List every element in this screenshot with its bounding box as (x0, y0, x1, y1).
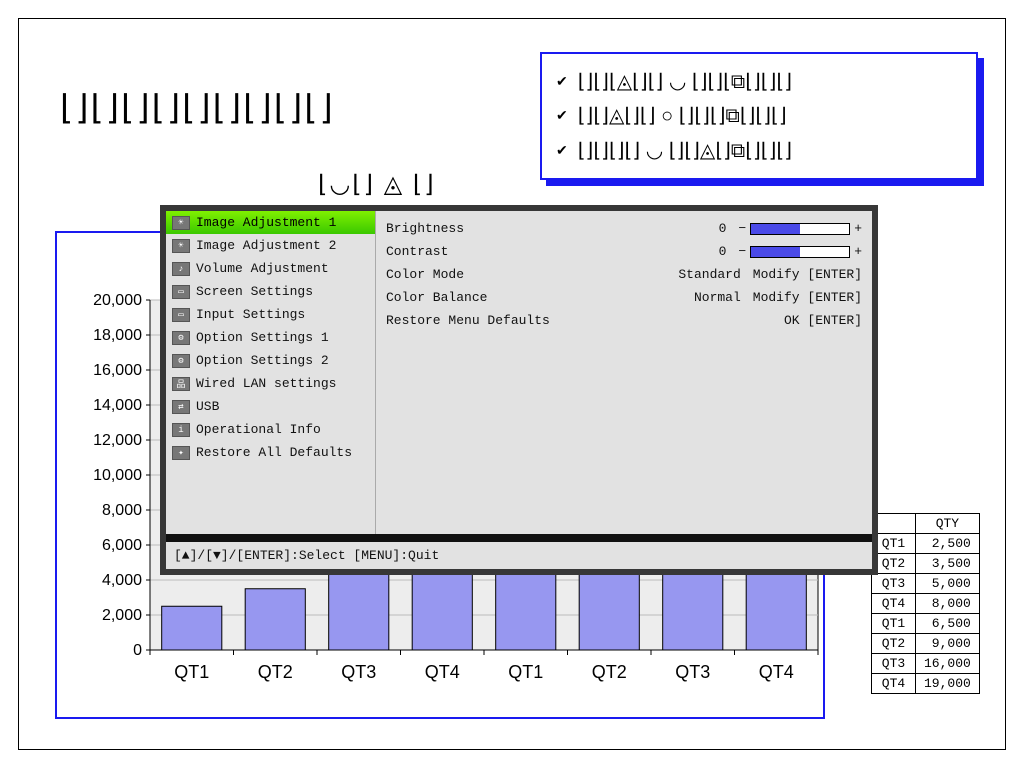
svg-text:0: 0 (133, 642, 142, 659)
svg-text:QT3: QT3 (675, 662, 710, 682)
osd-item-0[interactable]: ☀ Image Adjustment 1 (166, 211, 375, 234)
svg-text:QT4: QT4 (759, 662, 794, 682)
svg-text:4,000: 4,000 (102, 572, 142, 589)
svg-text:2,000: 2,000 (102, 607, 142, 624)
restore-row[interactable]: Restore Menu Defaults OK [ENTER] (386, 309, 862, 332)
svg-text:QT4: QT4 (425, 662, 460, 682)
ok-hint: OK [ENTER] (784, 313, 862, 328)
osd-item-label: Option Settings 2 (196, 353, 329, 368)
table-row: QT316,000 (872, 654, 980, 674)
osd-settings-panel: Brightness 0 − + Contrast 0 − + Color Mo… (376, 211, 872, 534)
osd-item-label: Restore All Defaults (196, 445, 352, 460)
osd-item-1[interactable]: ☀ Image Adjustment 2 (166, 234, 375, 257)
option-label: ⌊⌋⌊⌋⌊⌋⌊⌋ ◡ ⌊⌋⌊⌋◬⌊⌋⧉⌊⌋⌊⌋⌊⌋ (578, 138, 792, 163)
svg-text:20,000: 20,000 (93, 292, 142, 309)
osd-item-label: Operational Info (196, 422, 321, 437)
check-icon: ✔ (556, 142, 568, 159)
colormode-label: Color Mode (386, 267, 666, 282)
osd-item-icon: ☀ (172, 216, 190, 230)
restore-label: Restore Menu Defaults (386, 313, 760, 328)
modify-hint: Modify [ENTER] (753, 267, 862, 282)
osd-item-label: Screen Settings (196, 284, 313, 299)
osd-item-6[interactable]: ⚙ Option Settings 2 (166, 349, 375, 372)
osd-item-2[interactable]: ♪ Volume Adjustment (166, 257, 375, 280)
svg-text:QT2: QT2 (258, 662, 293, 682)
osd-item-icon: ⚙ (172, 331, 190, 345)
colorbalance-label: Color Balance (386, 290, 682, 305)
blank-header (872, 514, 916, 534)
svg-text:12,000: 12,000 (93, 432, 142, 449)
option-1[interactable]: ✔ ⌊⌋⌊⌋⌊◬⌊⌋⌊⌋ ◡ ⌊⌋⌊⌋⌊⧉⌊⌋⌊⌋⌊⌋ (556, 69, 962, 94)
modify-hint: Modify [ENTER] (753, 290, 862, 305)
osd-item-9[interactable]: i Operational Info (166, 418, 375, 441)
option-label: ⌊⌋⌊⌋◬⌊⌋⌊⌋ ○ ⌊⌋⌊⌋⌊⌋⧉⌊⌋⌊⌋⌊⌋ (578, 103, 787, 128)
osd-item-icon: ▭ (172, 308, 190, 322)
osd-item-4[interactable]: ▭ Input Settings (166, 303, 375, 326)
check-icon: ✔ (556, 73, 568, 90)
colorbalance-value: Normal (694, 290, 741, 305)
qty-header: QTY (916, 514, 980, 534)
osd-item-label: Input Settings (196, 307, 305, 322)
table-row: QT12,500 (872, 534, 980, 554)
osd-item-label: USB (196, 399, 219, 414)
osd-item-icon: ☀ (172, 239, 190, 253)
table-row: QT16,500 (872, 614, 980, 634)
brightness-value: 0 (719, 221, 727, 236)
osd-item-7[interactable]: 品 Wired LAN settings (166, 372, 375, 395)
decorative-glyphs-2: ⌊◡⌊⌋ ◬ ⌊⌋ (318, 170, 436, 199)
colorbalance-row[interactable]: Color Balance Normal Modify [ENTER] (386, 286, 862, 309)
svg-text:QT1: QT1 (508, 662, 543, 682)
table-row: QT419,000 (872, 674, 980, 694)
table-row: QT23,500 (872, 554, 980, 574)
svg-text:10,000: 10,000 (93, 467, 142, 484)
contrast-value: 0 (719, 244, 727, 259)
brightness-row[interactable]: Brightness 0 − + (386, 217, 862, 240)
qty-table: QTY QT12,500QT23,500QT35,000QT48,000QT16… (871, 513, 980, 694)
osd-item-icon: i (172, 423, 190, 437)
osd-item-icon: ⚙ (172, 354, 190, 368)
table-row: QT48,000 (872, 594, 980, 614)
osd-item-label: Volume Adjustment (196, 261, 329, 276)
svg-text:6,000: 6,000 (102, 537, 142, 554)
decorative-glyphs-1: ⌊⌋⌊⌋⌊⌋⌊⌋⌊⌋⌊⌋⌊⌋⌊⌋⌊⌋ (60, 88, 335, 128)
colormode-value: Standard (678, 267, 740, 282)
osd-item-label: Wired LAN settings (196, 376, 336, 391)
svg-text:18,000: 18,000 (93, 327, 142, 344)
option-label: ⌊⌋⌊⌋⌊◬⌊⌋⌊⌋ ◡ ⌊⌋⌊⌋⌊⧉⌊⌋⌊⌋⌊⌋ (578, 69, 792, 94)
osd-item-10[interactable]: ✦ Restore All Defaults (166, 441, 375, 464)
brightness-slider[interactable]: − + (738, 221, 862, 236)
osd-item-3[interactable]: ▭ Screen Settings (166, 280, 375, 303)
osd-footer-hint: [▲]/[▼]/[ENTER]:Select [MENU]:Quit (166, 542, 872, 569)
osd-item-label: Option Settings 1 (196, 330, 329, 345)
osd-item-icon: ✦ (172, 446, 190, 460)
check-icon: ✔ (556, 107, 568, 124)
svg-text:14,000: 14,000 (93, 397, 142, 414)
contrast-label: Contrast (386, 244, 707, 259)
option-3[interactable]: ✔ ⌊⌋⌊⌋⌊⌋⌊⌋ ◡ ⌊⌋⌊⌋◬⌊⌋⧉⌊⌋⌊⌋⌊⌋ (556, 138, 962, 163)
options-panel: ✔ ⌊⌋⌊⌋⌊◬⌊⌋⌊⌋ ◡ ⌊⌋⌊⌋⌊⧉⌊⌋⌊⌋⌊⌋ ✔ ⌊⌋⌊⌋◬⌊⌋⌊⌋ ○ … (540, 52, 978, 180)
osd-item-icon: 品 (172, 377, 190, 391)
osd-item-icon: ⇄ (172, 400, 190, 414)
colormode-row[interactable]: Color Mode Standard Modify [ENTER] (386, 263, 862, 286)
osd-item-5[interactable]: ⚙ Option Settings 1 (166, 326, 375, 349)
osd-item-label: Image Adjustment 1 (196, 215, 336, 230)
svg-text:8,000: 8,000 (102, 502, 142, 519)
svg-text:QT1: QT1 (174, 662, 209, 682)
osd-item-label: Image Adjustment 2 (196, 238, 336, 253)
svg-text:16,000: 16,000 (93, 362, 142, 379)
svg-text:QT2: QT2 (592, 662, 627, 682)
contrast-row[interactable]: Contrast 0 − + (386, 240, 862, 263)
osd-menu: ☀ Image Adjustment 1 ☀ Image Adjustment 2 ♪ V… (160, 205, 878, 575)
contrast-slider[interactable]: − + (738, 244, 862, 259)
osd-item-icon: ▭ (172, 285, 190, 299)
osd-item-icon: ♪ (172, 262, 190, 276)
table-row: QT35,000 (872, 574, 980, 594)
osd-item-8[interactable]: ⇄ USB (166, 395, 375, 418)
osd-category-list: ☀ Image Adjustment 1 ☀ Image Adjustment 2 ♪ V… (166, 211, 376, 534)
brightness-label: Brightness (386, 221, 707, 236)
svg-text:QT3: QT3 (341, 662, 376, 682)
option-2[interactable]: ✔ ⌊⌋⌊⌋◬⌊⌋⌊⌋ ○ ⌊⌋⌊⌋⌊⌋⧉⌊⌋⌊⌋⌊⌋ (556, 103, 962, 128)
table-row: QT29,000 (872, 634, 980, 654)
